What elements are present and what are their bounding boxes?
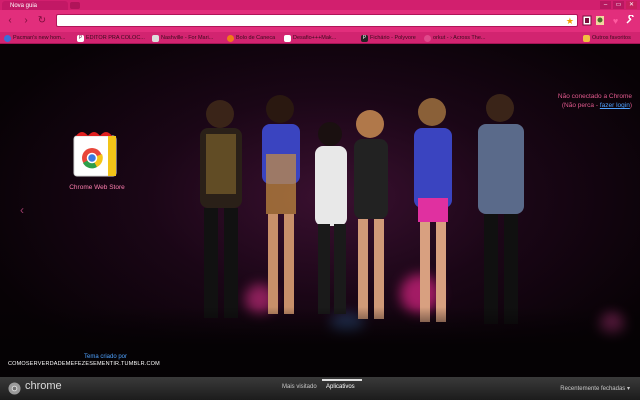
signin-promo: Não conectado a Chrome (Não perca - faze… [558, 92, 632, 110]
other-bookmarks[interactable]: Outros favoritos [583, 32, 631, 44]
bookmark-item[interactable]: Nashville - For Mari... [152, 32, 213, 44]
bookmark-favicon-icon [424, 34, 431, 42]
new-tab-page: Não conectado a Chrome (Não perca - faze… [0, 44, 640, 377]
back-arrow-icon: ‹ [8, 15, 12, 26]
recently-closed-menu[interactable]: Recentemente fechadas ▾ [560, 385, 630, 392]
theme-credit-label: Tema criado por [84, 354, 128, 360]
tab-apps[interactable]: Aplicativos [326, 384, 355, 390]
title-bar: Nova guia – ▭ ✕ [0, 0, 640, 11]
heart-icon[interactable]: ♥ [610, 15, 621, 27]
bookmark-item[interactable]: orkut - › Across The... [424, 32, 485, 44]
chrome-brand: chrome [25, 380, 62, 392]
signin-line: (Não perca - fazer login) [561, 102, 632, 109]
theme-credit-link[interactable]: COMOSERVERDADEMEFEZESEMENTIR.TUMBLR.COM [8, 361, 160, 367]
bookmark-favicon-icon [227, 34, 234, 42]
reload-button[interactable]: ↻ [36, 15, 48, 27]
omnibox[interactable]: ★ [56, 14, 578, 27]
bookmark-item[interactable]: Pacman's new hom... [4, 32, 65, 44]
signin-status: Não conectado a Chrome [557, 93, 632, 100]
bookmark-item[interactable]: P Fichário - Polyvore [361, 32, 416, 44]
toolbar: ‹ › ↻ ★ ♥ [0, 10, 640, 32]
prev-page-arrow-icon[interactable]: ‹ [20, 203, 24, 217]
close-button[interactable]: ✕ [626, 1, 637, 9]
bookmark-star-icon[interactable]: ★ [566, 15, 574, 27]
bookmark-favicon-icon [284, 34, 291, 42]
maximize-button[interactable]: ▭ [613, 1, 624, 9]
new-tab-button[interactable] [70, 2, 80, 9]
tab-most-visited[interactable]: Mais visitado [282, 384, 317, 390]
chrome-web-store-icon [73, 132, 117, 177]
bookmark-favicon-icon [4, 34, 11, 42]
chrome-logo-icon [8, 382, 21, 395]
minimize-button[interactable]: – [600, 1, 611, 9]
selected-tab-indicator [322, 379, 362, 381]
forward-arrow-icon: › [24, 15, 28, 26]
folder-icon [583, 34, 590, 42]
app-chrome-web-store[interactable] [70, 126, 120, 180]
forward-button[interactable]: › [20, 15, 32, 27]
ntp-footer: chrome Mais visitado Aplicativos Recente… [0, 377, 640, 400]
reload-icon: ↻ [37, 15, 47, 26]
bookmark-favicon-icon: P [77, 34, 84, 42]
bookmark-item[interactable]: Bolo de Caneca [227, 32, 275, 44]
login-link[interactable]: fazer login [600, 102, 630, 109]
app-label: Chrome Web Store [69, 184, 125, 191]
bookmark-favicon-icon: P [361, 34, 368, 42]
bookmark-item[interactable]: P EDITOR PRA COLOC... [77, 32, 145, 44]
extension-icon[interactable] [581, 15, 592, 27]
back-button[interactable]: ‹ [4, 15, 16, 27]
bookmarks-bar: Pacman's new hom... P EDITOR PRA COLOC..… [0, 32, 640, 44]
wrench-icon[interactable] [624, 14, 635, 27]
bookmark-item[interactable]: Desafio+++Mak... [284, 32, 336, 44]
bookmark-favicon-icon [152, 34, 159, 42]
tab-title: Nova guia [10, 3, 38, 9]
extension-photo-icon[interactable] [594, 15, 605, 27]
